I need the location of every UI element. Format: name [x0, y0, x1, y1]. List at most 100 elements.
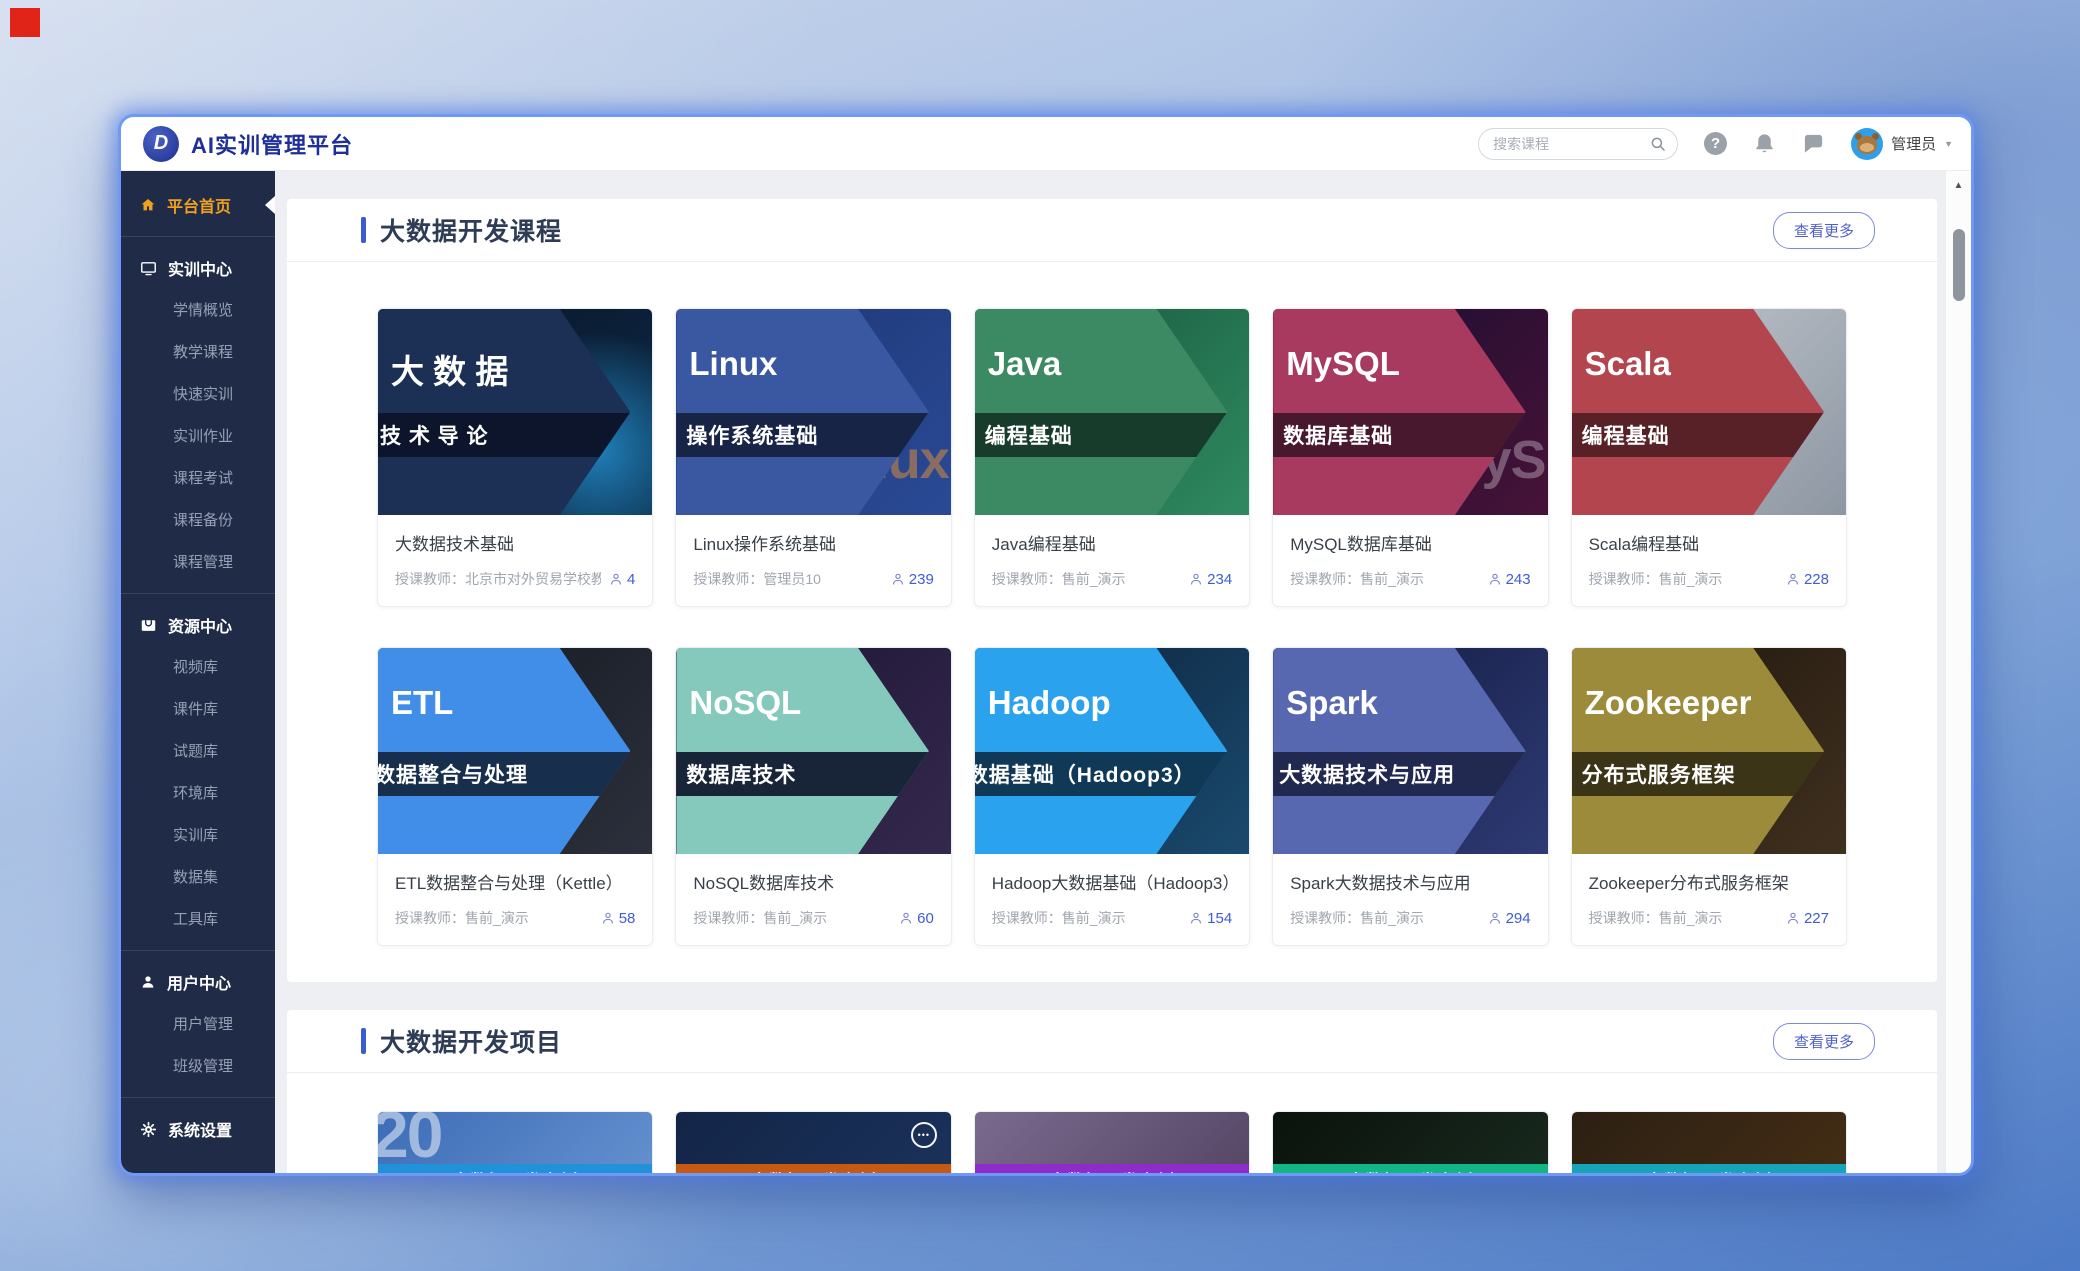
archive-icon — [140, 617, 157, 634]
course-thumbnail: NoSQL数据库技术 — [676, 648, 950, 854]
sidebar-item-training-center[interactable]: 实训中心 — [121, 246, 275, 290]
sidebar-subitem[interactable]: 课程备份 — [121, 500, 275, 542]
gear-icon — [140, 1121, 157, 1138]
project-card[interactable]: 20大数据开发案例 — [377, 1111, 653, 1173]
course-card[interactable]: 大 数 据技 术 导 论大数据技术基础授课教师：北京市对外贸易学校教...4 — [377, 308, 653, 607]
sidebar-subitem[interactable]: 试题库 — [121, 731, 275, 773]
app-title: AI实训管理平台 — [191, 128, 353, 160]
course-card[interactable]: Zookeeper分布式服务框架Zookeeper分布式服务框架授课教师：售前_… — [1571, 647, 1847, 946]
thumbnail-subtitle-band: 分布式服务框架 — [1572, 752, 1824, 796]
project-grid: 20大数据开发案例•••大数据开发案例大数据开发案例大数据开发案例大数据开发案例 — [287, 1073, 1937, 1173]
user-icon — [140, 974, 156, 990]
monitor-icon — [140, 260, 157, 277]
course-card[interactable]: inuxLinux操作系统基础Linux操作系统基础授课教师：管理员10239 — [675, 308, 951, 607]
projects-panel: 大数据开发项目 查看更多 20大数据开发案例•••大数据开发案例大数据开发案例大… — [287, 1010, 1937, 1173]
thumbnail-arrow: NoSQL数据库技术 — [676, 648, 928, 854]
sidebar-subitem[interactable]: 课程管理 — [121, 542, 275, 584]
sidebar-subitem[interactable]: 环境库 — [121, 773, 275, 815]
course-student-count: 239 — [891, 571, 934, 588]
courses-panel: 大数据开发课程 查看更多 大 数 据技 术 导 论大数据技术基础授课教师：北京市… — [287, 199, 1937, 982]
project-card[interactable]: •••大数据开发案例 — [675, 1111, 951, 1173]
course-teacher: 授课教师：售前_演示 — [1589, 569, 1778, 589]
project-band: 大数据开发案例 — [975, 1164, 1249, 1173]
course-card[interactable]: ETL数据整合与处理ETL数据整合与处理（Kettle）授课教师：售前_演示58 — [377, 647, 653, 946]
course-teacher: 授课教师：售前_演示 — [1290, 908, 1479, 928]
thumbnail-overlay-text: 20 — [378, 1112, 441, 1172]
bell-icon[interactable] — [1753, 132, 1776, 155]
sidebar-subitem[interactable]: 学情概览 — [121, 290, 275, 332]
sidebar-subitem[interactable]: 视频库 — [121, 647, 275, 689]
app-window: D AI实训管理平台 ? 管理员 ▼ 平台首页实训中心学情 — [118, 114, 1974, 1176]
sidebar-divider — [121, 593, 275, 594]
sidebar-subitem[interactable]: 用户管理 — [121, 1004, 275, 1046]
active-item-notch — [265, 196, 275, 214]
thumbnail-subtitle-band: 编程基础 — [975, 413, 1227, 457]
scrollbar-up-arrow[interactable]: ▲ — [1946, 171, 1971, 191]
app-header: D AI实训管理平台 ? 管理员 ▼ — [121, 117, 1971, 171]
search-icon[interactable] — [1649, 135, 1667, 153]
project-thumbnail: 大数据开发案例 — [1273, 1112, 1547, 1173]
avatar[interactable] — [1851, 128, 1883, 160]
thumbnail-subtitle-band: 操作系统基础 — [676, 413, 928, 457]
project-card[interactable]: 大数据开发案例 — [1272, 1111, 1548, 1173]
sidebar-item-home[interactable]: 平台首页 — [121, 183, 275, 227]
course-student-count: 243 — [1488, 571, 1531, 588]
course-thumbnail: MySMySQL数据库基础 — [1273, 309, 1547, 515]
sidebar-subitem[interactable]: 工具库 — [121, 899, 275, 941]
sidebar-subitem[interactable]: 实训作业 — [121, 416, 275, 458]
search-input[interactable] — [1493, 136, 1649, 152]
section-accent-bar — [361, 1028, 366, 1054]
sidebar-subitem[interactable]: 数据集 — [121, 857, 275, 899]
course-teacher: 授课教师：售前_演示 — [693, 908, 891, 928]
sidebar-subitem[interactable]: 快速实训 — [121, 374, 275, 416]
sidebar-item-system-settings[interactable]: 系统设置 — [121, 1107, 275, 1151]
course-teacher: 授课教师：北京市对外贸易学校教... — [395, 569, 601, 589]
course-teacher: 授课教师：管理员10 — [693, 569, 882, 589]
user-menu[interactable]: 管理员 ▼ — [1851, 128, 1953, 160]
thumbnail-title: ETL — [378, 684, 630, 722]
courses-more-button[interactable]: 查看更多 — [1773, 212, 1875, 249]
search-box[interactable] — [1478, 128, 1678, 160]
course-student-count: 60 — [899, 910, 934, 927]
sidebar-nav: 平台首页实训中心学情概览教学课程快速实训实训作业课程考试课程备份课程管理资源中心… — [121, 171, 275, 1173]
sidebar-subitem[interactable]: 课程考试 — [121, 458, 275, 500]
scrollbar-thumb[interactable] — [1953, 229, 1965, 301]
course-title: Zookeeper分布式服务框架 — [1589, 869, 1829, 894]
thumbnail-arrow: ETL数据整合与处理 — [378, 648, 630, 854]
project-band: 大数据开发案例 — [378, 1164, 652, 1173]
project-card[interactable]: 大数据开发案例 — [974, 1111, 1250, 1173]
sidebar-subitem[interactable]: 课件库 — [121, 689, 275, 731]
project-card[interactable]: 大数据开发案例 — [1571, 1111, 1847, 1173]
help-icon[interactable]: ? — [1704, 132, 1727, 155]
course-title: Hadoop大数据基础（Hadoop3） — [992, 869, 1232, 894]
sidebar-item-label: 资源中心 — [168, 613, 232, 637]
sidebar-item-label: 系统设置 — [168, 1117, 232, 1141]
thumbnail-title: Java — [975, 345, 1227, 383]
thumbnail-arrow: 大 数 据技 术 导 论 — [378, 309, 630, 515]
sidebar-item-label: 用户中心 — [167, 970, 231, 994]
course-card[interactable]: MySMySQL数据库基础MySQL数据库基础授课教师：售前_演示243 — [1272, 308, 1548, 607]
chat-icon[interactable] — [1802, 132, 1825, 155]
course-card[interactable]: Spark大数据技术与应用Spark大数据技术与应用授课教师：售前_演示294 — [1272, 647, 1548, 946]
course-card[interactable]: NoSQL数据库技术NoSQL数据库技术授课教师：售前_演示60 — [675, 647, 951, 946]
sidebar-item-user-center[interactable]: 用户中心 — [121, 960, 275, 1004]
sidebar-subitem[interactable]: 教学课程 — [121, 332, 275, 374]
course-title: Linux操作系统基础 — [693, 530, 933, 555]
project-band: 大数据开发案例 — [1572, 1164, 1846, 1173]
projects-more-button[interactable]: 查看更多 — [1773, 1023, 1875, 1060]
thumbnail-subtitle-band: 数据库基础 — [1273, 413, 1525, 457]
course-thumbnail: Spark大数据技术与应用 — [1273, 648, 1547, 854]
course-card[interactable]: Hadoop大数据基础（Hadoop3）Hadoop大数据基础（Hadoop3）… — [974, 647, 1250, 946]
course-card[interactable]: Scala编程基础Scala编程基础授课教师：售前_演示228 — [1571, 308, 1847, 607]
sidebar-divider — [121, 1097, 275, 1098]
sidebar-subitem[interactable]: 实训库 — [121, 815, 275, 857]
thumbnail-subtitle-band: 大数据技术与应用 — [1273, 752, 1525, 796]
course-card[interactable]: Java编程基础Java编程基础授课教师：售前_演示234 — [974, 308, 1250, 607]
course-student-count: 234 — [1189, 571, 1232, 588]
sidebar-subitem[interactable]: 班级管理 — [121, 1046, 275, 1088]
course-thumbnail: ETL数据整合与处理 — [378, 648, 652, 854]
thumbnail-subtitle-band: 技 术 导 论 — [378, 413, 630, 457]
sidebar-item-resource-center[interactable]: 资源中心 — [121, 603, 275, 647]
project-thumbnail: •••大数据开发案例 — [676, 1112, 950, 1173]
course-student-count: 228 — [1786, 571, 1829, 588]
